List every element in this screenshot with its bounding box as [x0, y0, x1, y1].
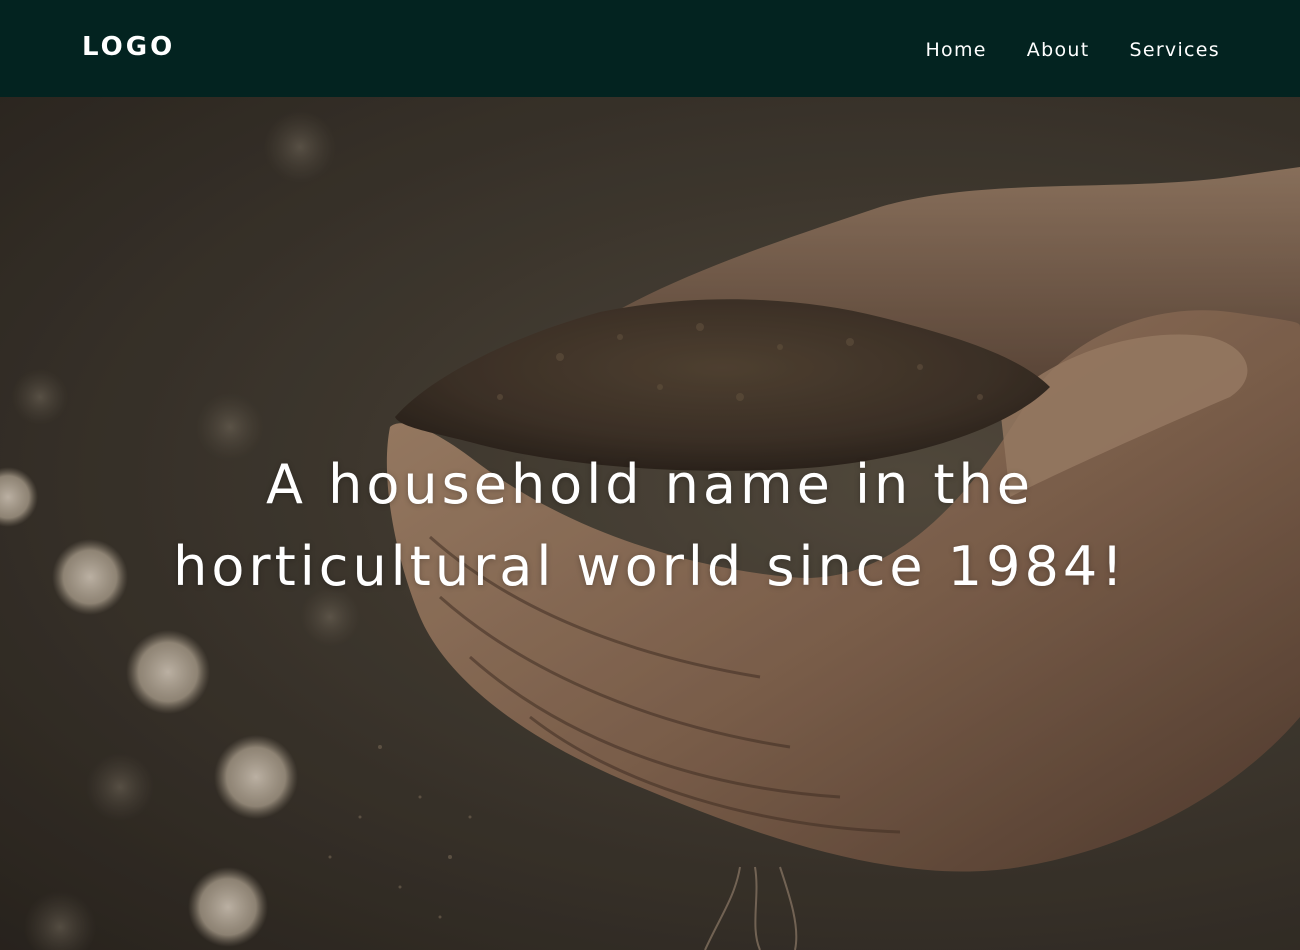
hero-headline: A household name in the horticultural wo…: [0, 444, 1300, 608]
hero-headline-line-1: A household name in the: [266, 453, 1034, 516]
nav-link-about[interactable]: About: [1027, 37, 1090, 63]
hero-headline-line-2: horticultural world since 1984!: [173, 535, 1127, 598]
main-nav: Home About Services: [925, 37, 1220, 63]
nav-link-home[interactable]: Home: [925, 37, 986, 63]
nav-link-services[interactable]: Services: [1129, 37, 1220, 63]
top-navbar: LOGO Home About Services: [0, 0, 1300, 97]
hero-section: A household name in the horticultural wo…: [0, 97, 1300, 950]
logo-link[interactable]: LOGO: [82, 30, 175, 64]
page: LOGO Home About Services A household nam…: [0, 0, 1300, 950]
